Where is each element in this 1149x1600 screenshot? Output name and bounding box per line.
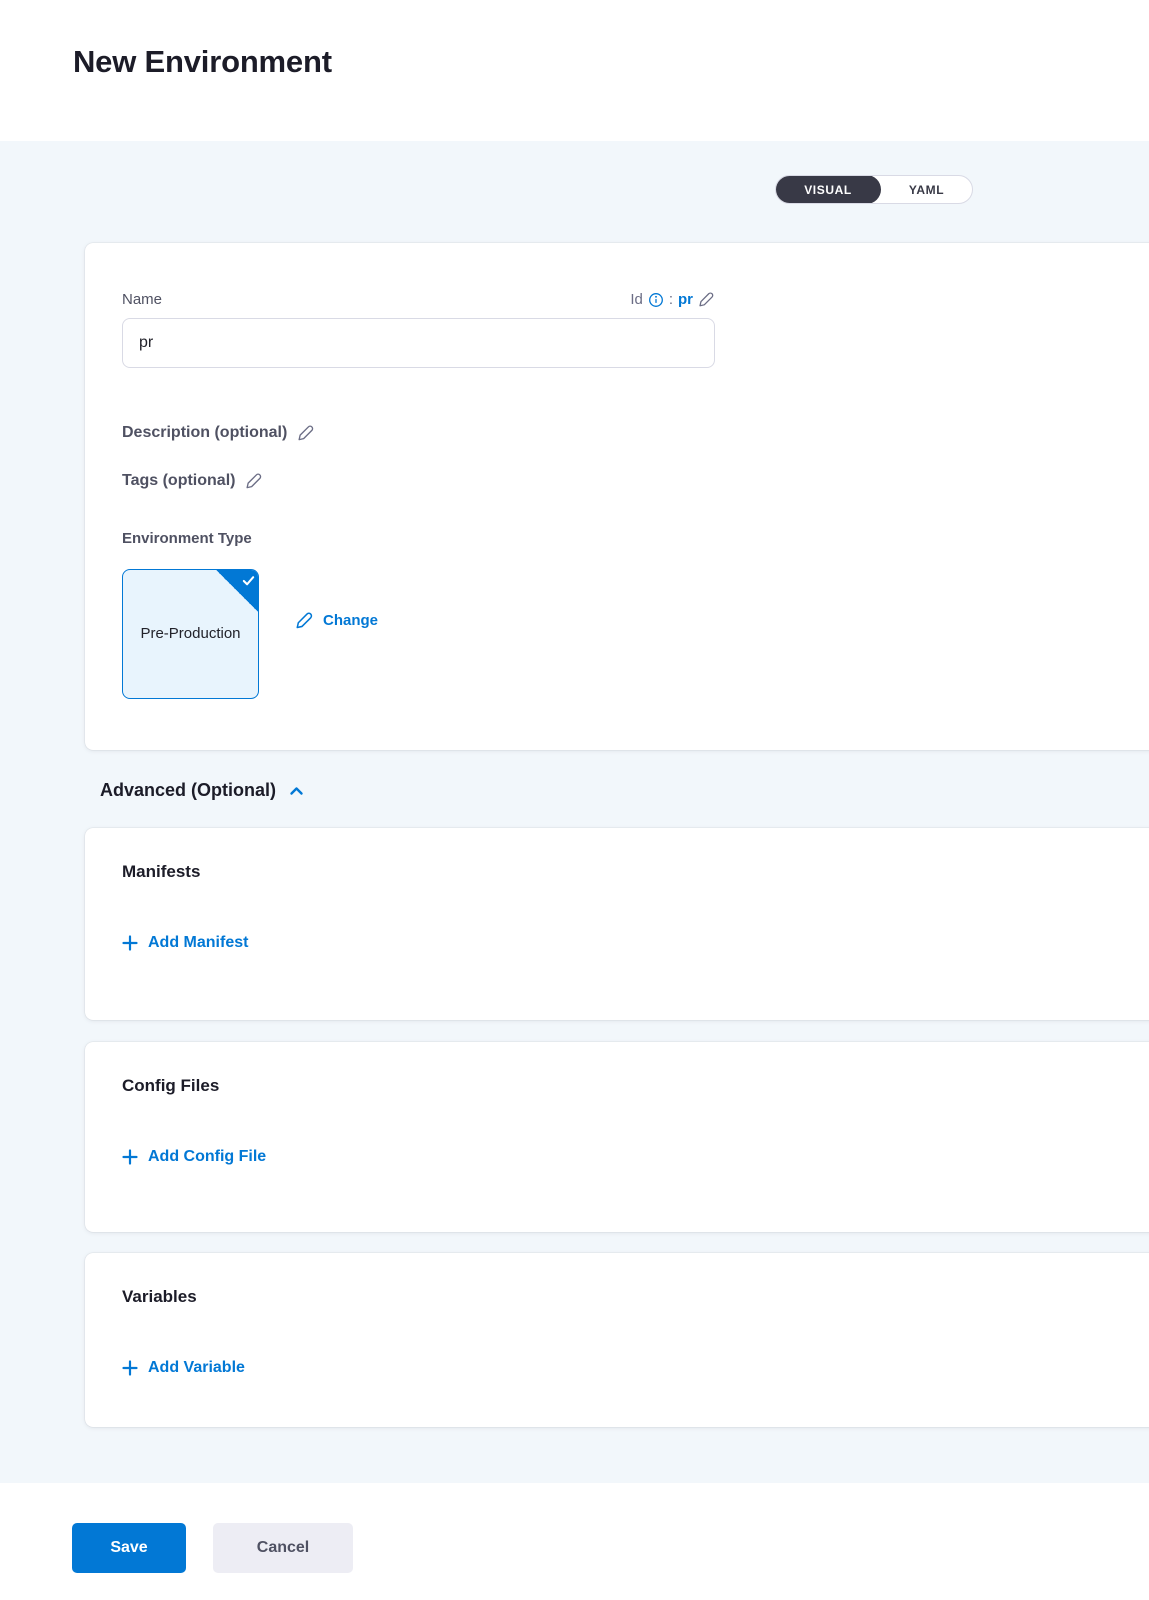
change-env-type-link[interactable]: Change: [295, 611, 378, 630]
add-variable-button[interactable]: Add Variable: [122, 1359, 245, 1377]
id-separator: :: [669, 291, 673, 308]
save-button[interactable]: Save: [72, 1523, 186, 1573]
advanced-section-toggle[interactable]: Advanced (Optional): [100, 780, 305, 801]
environment-type-label: Environment Type: [122, 530, 1128, 547]
config-files-card: Config Files Add Config File: [85, 1042, 1149, 1232]
variables-title: Variables: [122, 1287, 1128, 1307]
environment-type-value: Pre-Production: [140, 621, 240, 647]
edit-id-icon[interactable]: [698, 291, 715, 308]
selected-corner-badge: [215, 569, 259, 613]
editor-mode-toggle-row: VISUAL YAML: [0, 141, 1149, 204]
plus-icon: [122, 935, 138, 951]
tags-row: Tags (optional): [122, 472, 1128, 490]
variables-card: Variables Add Variable: [85, 1253, 1149, 1427]
plus-icon: [122, 1149, 138, 1165]
page-header: New Environment: [0, 0, 1149, 141]
environment-details-card: Name Id : pr Description (optional): [85, 243, 1149, 750]
pencil-icon: [295, 611, 314, 630]
name-id-row: Name Id : pr: [122, 291, 715, 308]
add-manifest-button[interactable]: Add Manifest: [122, 934, 248, 952]
id-value: pr: [678, 291, 693, 308]
description-label: Description (optional): [122, 424, 287, 442]
description-row: Description (optional): [122, 424, 1128, 442]
info-icon[interactable]: [648, 292, 664, 308]
form-actions: Save Cancel: [0, 1483, 1149, 1573]
toggle-visual[interactable]: VISUAL: [775, 175, 881, 204]
page-title: New Environment: [73, 44, 1149, 80]
new-environment-page: New Environment VISUAL YAML Name Id : pr: [0, 0, 1149, 1573]
visual-yaml-toggle: VISUAL YAML: [775, 175, 973, 204]
config-files-title: Config Files: [122, 1076, 1128, 1096]
name-input[interactable]: [122, 318, 715, 368]
name-label: Name: [122, 291, 162, 308]
id-row: Id : pr: [630, 291, 715, 308]
manifests-title: Manifests: [122, 862, 1128, 882]
add-variable-label: Add Variable: [148, 1359, 245, 1377]
id-label: Id: [630, 291, 643, 308]
chevron-up-icon: [288, 784, 305, 798]
toggle-yaml[interactable]: YAML: [881, 176, 972, 203]
tags-label: Tags (optional): [122, 472, 235, 490]
advanced-label: Advanced (Optional): [100, 780, 276, 801]
add-config-file-button[interactable]: Add Config File: [122, 1148, 266, 1166]
plus-icon: [122, 1360, 138, 1376]
change-label: Change: [323, 612, 378, 629]
manifests-card: Manifests Add Manifest: [85, 828, 1149, 1020]
cancel-button[interactable]: Cancel: [213, 1523, 353, 1573]
edit-tags-icon[interactable]: [245, 472, 263, 490]
environment-type-card-preproduction[interactable]: Pre-Production: [122, 569, 259, 699]
form-content-area: VISUAL YAML Name Id : pr: [0, 141, 1149, 1483]
environment-type-row: Pre-Production Change: [122, 569, 1128, 699]
edit-description-icon[interactable]: [297, 424, 315, 442]
add-config-file-label: Add Config File: [148, 1148, 266, 1166]
add-manifest-label: Add Manifest: [148, 934, 248, 952]
